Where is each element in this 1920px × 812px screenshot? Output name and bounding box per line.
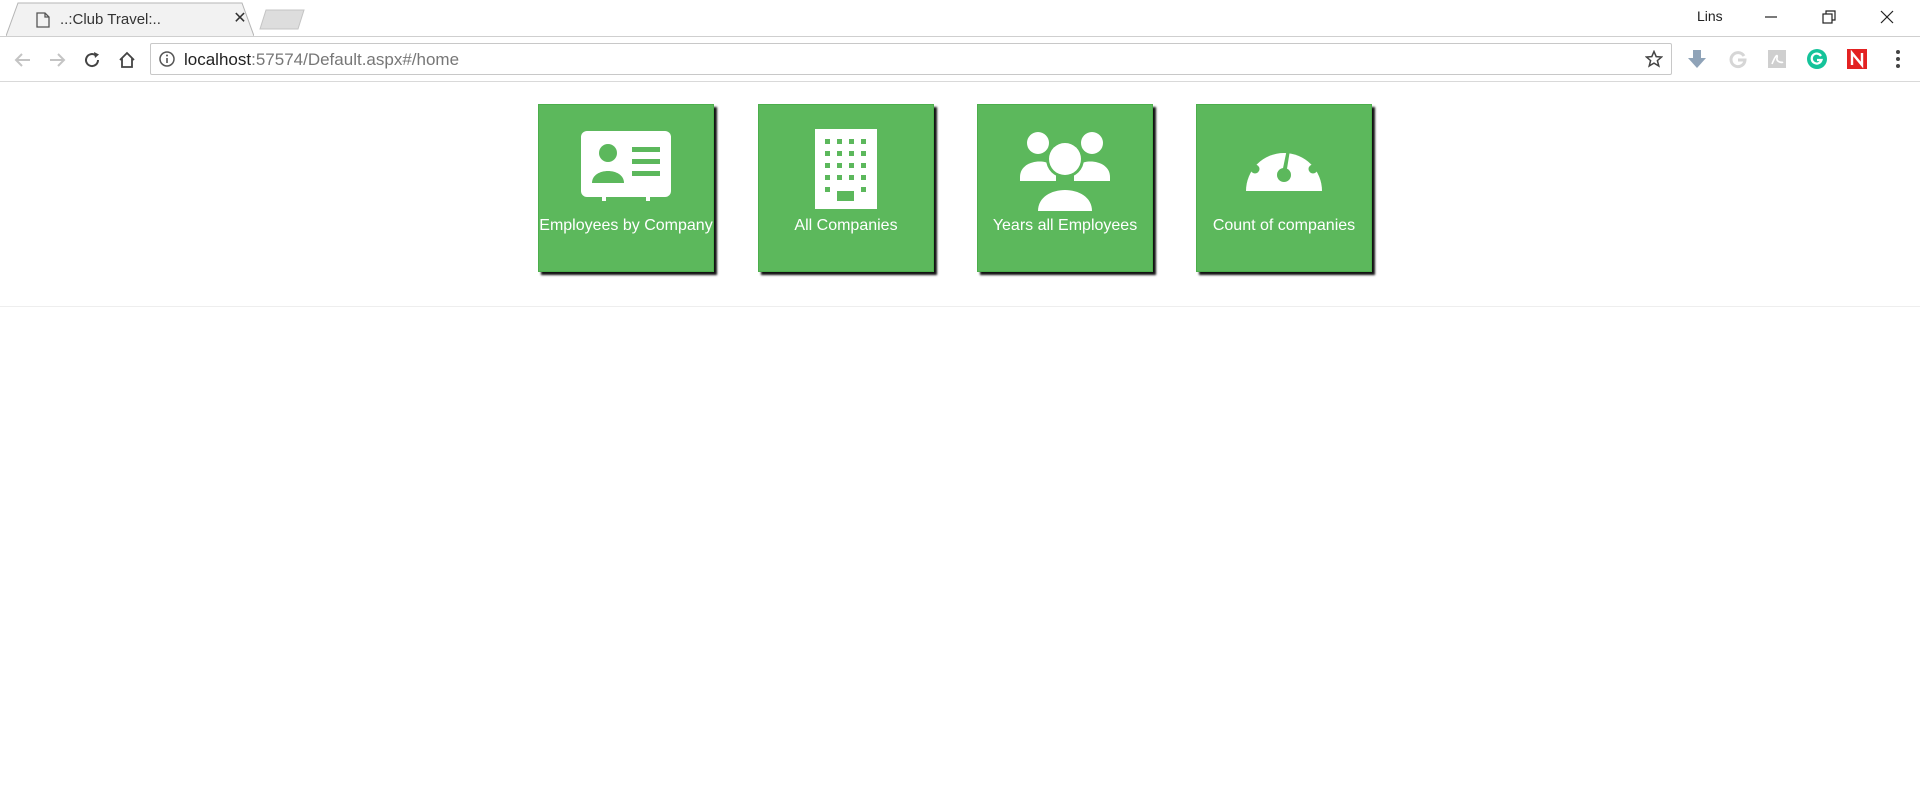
building-icon	[815, 129, 877, 209]
minimize-button[interactable]	[1742, 0, 1800, 34]
users-icon	[1020, 132, 1110, 213]
reload-button[interactable]	[79, 47, 105, 73]
id-card-icon	[581, 131, 671, 201]
info-icon[interactable]	[159, 51, 175, 67]
browser-toolbar: localhost:57574/Default.aspx#/home	[0, 36, 1920, 82]
bookmark-star-icon[interactable]	[1645, 50, 1663, 68]
url-host: localhost	[184, 50, 252, 69]
restore-button[interactable]	[1800, 0, 1858, 34]
google-icon[interactable]	[1727, 48, 1749, 70]
home-icon	[119, 51, 135, 68]
tile-employees-by-company[interactable]: Employees by Company	[538, 104, 714, 272]
tile-label: Employees by Company	[539, 217, 713, 234]
more-vertical-icon[interactable]	[1891, 48, 1905, 70]
arrow-right-icon	[50, 53, 66, 67]
grammarly-icon[interactable]	[1806, 48, 1828, 70]
download-icon[interactable]	[1686, 48, 1708, 70]
close-icon	[1880, 10, 1894, 24]
tile-label: Count of companies	[1212, 217, 1356, 234]
url-path: :57574/Default.aspx#/home	[251, 50, 460, 69]
home-button[interactable]	[114, 47, 140, 73]
close-tab-icon[interactable]: ✕	[231, 10, 249, 28]
dashboard-icon	[1246, 136, 1322, 191]
new-tab-button[interactable]	[259, 9, 305, 30]
pdf-icon[interactable]	[1766, 48, 1788, 70]
back-button[interactable]	[10, 47, 36, 73]
tile-all-companies[interactable]: All Companies	[758, 104, 934, 272]
tile-years-all-employees[interactable]: Years all Employees	[977, 104, 1153, 272]
n-extension-icon[interactable]	[1846, 48, 1868, 70]
restore-icon	[1822, 10, 1836, 24]
browser-tab-strip: ..:Club Travel:.. ✕ Lins	[0, 0, 1920, 36]
arrow-left-icon	[14, 53, 30, 67]
forward-button[interactable]	[44, 47, 70, 73]
tile-count-of-companies[interactable]: Count of companies	[1196, 104, 1372, 272]
close-window-button[interactable]	[1858, 0, 1916, 34]
address-bar[interactable]: localhost:57574/Default.aspx#/home	[150, 43, 1672, 75]
tile-label: Years all Employees	[992, 217, 1138, 234]
page-content: Employees by Company All Companies Years…	[0, 82, 1920, 812]
url-text[interactable]: localhost:57574/Default.aspx#/home	[184, 50, 459, 70]
tile-label: All Companies	[794, 217, 898, 234]
divider	[0, 306, 1920, 307]
profile-name[interactable]: Lins	[1697, 8, 1723, 24]
page-icon	[36, 12, 50, 28]
browser-tab[interactable]: ..:Club Travel:.. ✕	[6, 2, 254, 36]
tab-title: ..:Club Travel:..	[60, 11, 161, 28]
minimize-icon	[1765, 16, 1777, 18]
reload-icon	[85, 52, 100, 68]
